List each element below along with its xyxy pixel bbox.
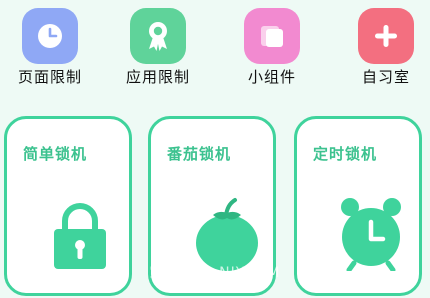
plus-icon [358,8,414,64]
padlock-icon [7,191,129,271]
shortcut-widgets[interactable]: 小组件 [222,8,322,90]
widget-cards-icon [244,8,300,64]
card-simple-lock[interactable]: 简单锁机 [4,116,132,296]
shortcut-label: 页面限制 [17,68,82,86]
feature-shortcuts: 页面限制 应用限制 小组件 自习室 [0,0,430,100]
card-tomato-lock[interactable]: 番茄锁机 [148,116,276,296]
shortcut-label: 自习室 [361,68,410,86]
clock-icon [22,8,78,64]
award-ribbon-icon [130,8,186,64]
alarm-clock-icon [297,191,419,273]
shortcut-page-limit[interactable]: 页面限制 [0,8,100,90]
shortcut-app-limit[interactable]: 应用限制 [108,8,208,90]
card-timer-lock[interactable]: 定时锁机 [294,116,422,296]
card-title: 简单锁机 [23,145,88,163]
shortcut-label: 小组件 [247,68,296,86]
card-title: 番茄锁机 [167,145,232,163]
tomato-icon [151,191,273,271]
shortcut-study-room[interactable]: 自习室 [336,8,430,90]
shortcut-label: 应用限制 [125,68,190,86]
card-title: 定时锁机 [313,145,378,163]
